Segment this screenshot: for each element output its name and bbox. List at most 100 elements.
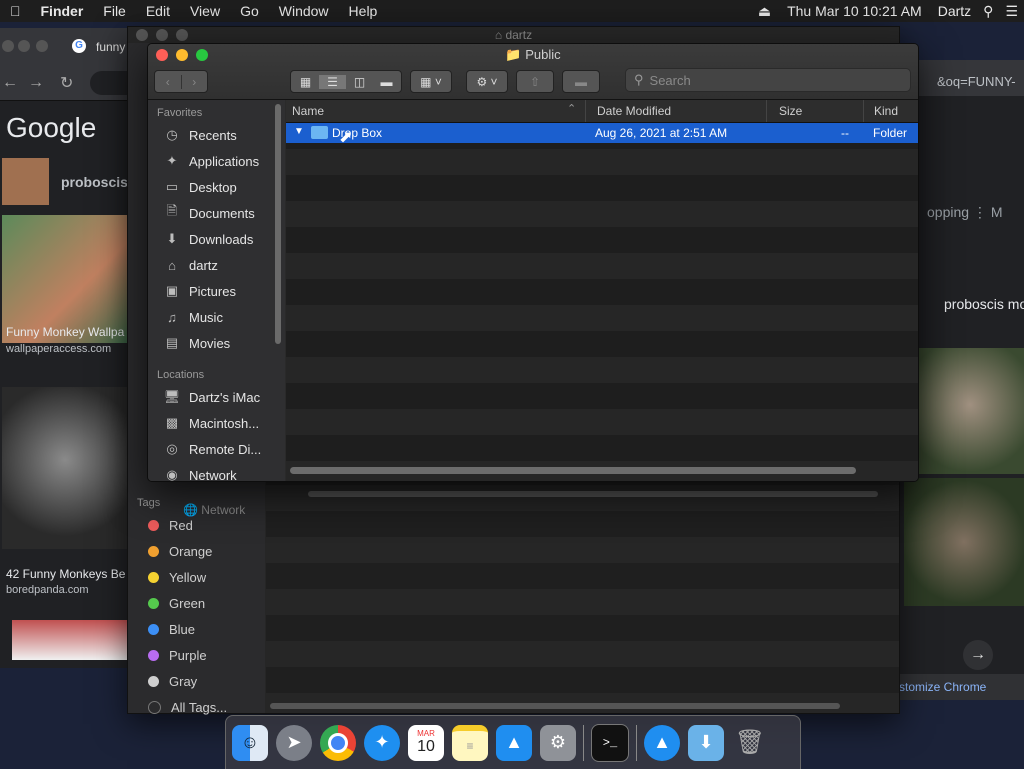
sidebar-item-remote-disc[interactable]: ◎ Remote Di... (163, 441, 261, 457)
tag-blue-label[interactable]: Blue (169, 622, 195, 637)
menu-user[interactable]: Dartz (932, 3, 977, 19)
column-view-icon[interactable]: ◫ (346, 75, 373, 89)
menu-edit[interactable]: Edit (136, 3, 180, 19)
column-name[interactable]: Name (292, 104, 324, 118)
chrome-zoom-icon[interactable] (36, 40, 48, 52)
result-image-2[interactable] (2, 387, 128, 549)
sidebar-item-imac[interactable]: 🖥 Dartz's iMac (163, 389, 260, 405)
more-tab-label[interactable]: M (991, 204, 1003, 220)
tag-gray-label[interactable]: Gray (169, 674, 197, 689)
eject-icon[interactable]: ⏏ (752, 3, 777, 20)
chrome-minimize-icon[interactable] (18, 40, 30, 52)
tag-purple-label[interactable]: Purple (169, 648, 207, 663)
icon-view-icon[interactable]: ▦ (292, 75, 319, 89)
right-related-label[interactable]: proboscis mo (944, 296, 1024, 312)
apple-menu-icon[interactable]:  (0, 3, 31, 19)
tag-all-label[interactable]: All Tags... (171, 700, 227, 715)
next-arrow-icon[interactable]: → (963, 640, 993, 670)
tag-purple[interactable]: Purple (148, 648, 207, 663)
app-store-icon[interactable]: ▲ (496, 724, 532, 761)
sidebar-item-pictures[interactable]: ▣ Pictures (163, 283, 236, 299)
tag-all[interactable]: All Tags... (148, 700, 227, 715)
tag-orange-label[interactable]: Orange (169, 544, 212, 559)
related-search-label[interactable]: proboscis (61, 174, 128, 190)
monkey-image-right-1[interactable] (904, 348, 1024, 474)
menu-clock[interactable]: Thu Mar 10 10:21 AM (777, 3, 932, 19)
disclosure-triangle-icon[interactable]: ▼ (294, 126, 304, 137)
tag-gray[interactable]: Gray (148, 674, 197, 689)
finder-icon[interactable]: ☺ (232, 724, 268, 761)
menu-app-name[interactable]: Finder (31, 3, 94, 19)
tag-red[interactable]: Red (148, 518, 193, 533)
google-logo[interactable]: Google (6, 112, 96, 144)
forward-nav-icon[interactable]: › (180, 74, 208, 89)
sidebar-item-movies[interactable]: ▤ Movies (163, 335, 230, 351)
terminal-icon[interactable]: >_ (591, 723, 629, 762)
column-divider[interactable] (585, 100, 586, 122)
reload-icon[interactable]: ↻ (60, 73, 73, 93)
menu-go[interactable]: Go (230, 3, 269, 19)
spotlight-icon[interactable]: ⚲ (977, 3, 999, 20)
tag-orange[interactable]: Orange (148, 544, 212, 559)
trash-icon[interactable]: 🗑 (732, 725, 768, 761)
calendar-icon[interactable]: MAR 10 (408, 724, 444, 761)
result-title-1[interactable]: Funny Monkey Wallpa (6, 325, 124, 339)
back-close-icon[interactable] (136, 29, 148, 41)
notes-icon[interactable]: ≡ (452, 724, 488, 761)
sidebar-item-desktop[interactable]: ▭ Desktop (163, 179, 237, 195)
gallery-view-icon[interactable]: ▬ (373, 75, 400, 89)
column-date-modified[interactable]: Date Modified (597, 104, 671, 118)
menu-help[interactable]: Help (339, 3, 388, 19)
tag-yellow-label[interactable]: Yellow (169, 570, 206, 585)
back-zoom-icon[interactable] (176, 29, 188, 41)
back-minimize-icon[interactable] (156, 29, 168, 41)
back-network-item[interactable]: 🌐 Network (183, 503, 245, 517)
share-button[interactable]: ⇧ (516, 70, 554, 93)
menu-file[interactable]: File (93, 3, 136, 19)
sort-chevron-icon[interactable]: ⌃ (567, 102, 576, 115)
back-bottom-scrollbar[interactable] (270, 703, 840, 709)
monkey-image-right-2[interactable] (904, 478, 1024, 606)
sidebar-item-recents[interactable]: ◷ Recents (163, 127, 236, 143)
downloads-folder-icon[interactable]: ⬇ (688, 724, 724, 761)
back-horizontal-scrollbar[interactable] (308, 491, 878, 497)
search-field[interactable]: ⚲ Search (625, 68, 911, 92)
sidebar-scrollbar[interactable] (275, 104, 281, 344)
group-by-button[interactable]: ▦ ˅ (410, 70, 452, 93)
sidebar-item-macintosh[interactable]: ▩ Macintosh... (163, 415, 259, 431)
chrome-url-text[interactable]: &oq=FUNNY- (937, 74, 1016, 89)
tag-green-label[interactable]: Green (169, 596, 205, 611)
forward-arrow-icon[interactable]: → (28, 74, 44, 92)
sidebar-item-applications[interactable]: ✦ Applications (163, 153, 260, 169)
sidebar-item-downloads[interactable]: ⬇ Downloads (163, 231, 254, 247)
back-arrow-icon[interactable]: ← (2, 74, 18, 92)
shopping-label[interactable]: opping (927, 204, 969, 220)
result-image-3[interactable] (12, 620, 130, 660)
chrome-address-bar[interactable] (90, 71, 130, 95)
chrome-close-icon[interactable] (2, 40, 14, 52)
column-size[interactable]: Size (779, 104, 802, 118)
launchpad-icon[interactable]: ➤ (276, 724, 312, 761)
tag-green[interactable]: Green (148, 596, 205, 611)
sidebar-item-music[interactable]: ♫ Music (163, 309, 223, 325)
sidebar-item-home[interactable]: ⌂ dartz (163, 257, 218, 273)
column-divider[interactable] (863, 100, 864, 122)
tag-blue[interactable]: Blue (148, 622, 195, 637)
related-thumbnail[interactable] (2, 158, 49, 205)
action-button[interactable]: ⚙ ˅ (466, 70, 508, 93)
back-nav-icon[interactable]: ‹ (155, 75, 181, 89)
result-title-2[interactable]: 42 Funny Monkeys Be (6, 567, 125, 581)
sidebar-item-documents[interactable]: 🗎 Documents (163, 203, 255, 221)
customize-chrome-button[interactable]: stomize Chrome (897, 674, 1024, 700)
column-kind[interactable]: Kind (874, 104, 898, 118)
back-network-label[interactable]: Network (201, 503, 245, 517)
shopping-tab[interactable]: opping ⋮ M (927, 204, 1003, 221)
safari-icon[interactable]: ✦ (364, 724, 400, 761)
tag-yellow[interactable]: Yellow (148, 570, 206, 585)
result-image-1[interactable] (2, 215, 128, 343)
column-divider[interactable] (766, 100, 767, 122)
tag-red-label[interactable]: Red (169, 518, 193, 533)
list-view-icon[interactable]: ☰ (319, 74, 346, 89)
app-store-download-icon[interactable]: ▲ (644, 724, 680, 761)
table-row[interactable]: ▼ Drop Box Aug 26, 2021 at 2:51 AM -- Fo… (286, 123, 918, 143)
